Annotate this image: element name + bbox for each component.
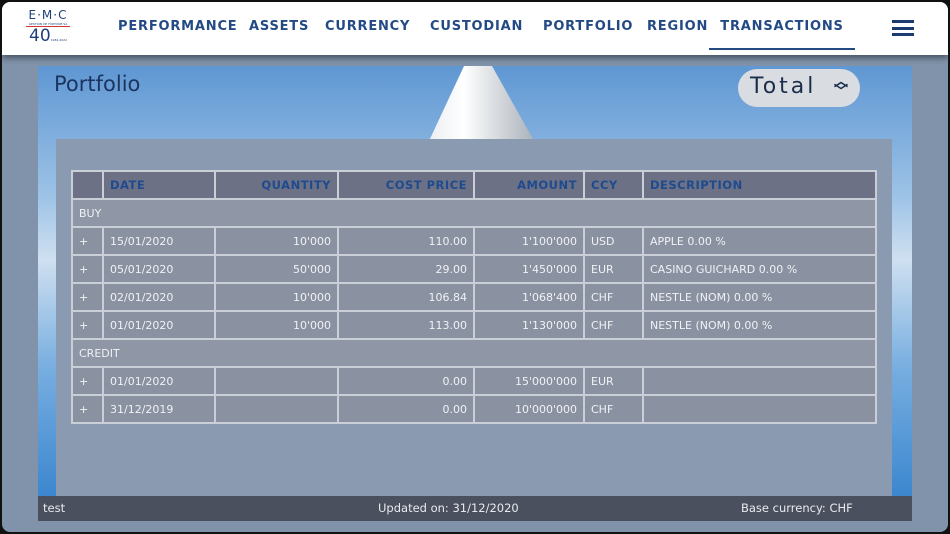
expand-button[interactable]: +: [71, 226, 104, 256]
col-date[interactable]: DATE: [102, 170, 216, 200]
cost-price-cell: 0.00: [337, 394, 475, 424]
nav-performance[interactable]: PERFORMANCE: [118, 19, 237, 34]
col-amount[interactable]: AMOUNT: [473, 170, 585, 200]
quantity-cell: 50'000: [214, 254, 339, 284]
ccy-cell: CHF: [583, 310, 644, 340]
logo-years: 1982-2022: [50, 38, 67, 42]
cost-price-cell: 113.00: [337, 310, 475, 340]
table-row[interactable]: +01/01/2020 10'000 113.00 1'130'000 CHF NESTL…: [71, 310, 877, 340]
expand-button[interactable]: +: [71, 310, 104, 340]
ccy-cell: CHF: [583, 394, 644, 424]
portfolio-select-value: Total: [750, 74, 817, 99]
table-row[interactable]: +02/01/2020 10'000 106.84 1'068'400 CHF NESTL…: [71, 282, 877, 312]
hamburger-menu-icon[interactable]: [892, 20, 914, 36]
group-row: CREDIT: [71, 338, 877, 368]
top-nav: E·M·C GESTION DE FORTUNE SA 401982-2022 …: [2, 2, 948, 55]
footer-user: test: [43, 501, 66, 515]
date-cell: 01/01/2020: [102, 310, 216, 340]
expand-button[interactable]: +: [71, 366, 104, 396]
emc-logo[interactable]: E·M·C GESTION DE FORTUNE SA 401982-2022: [26, 8, 70, 52]
portfolio-select[interactable]: Total ︿ ﹀: [738, 69, 860, 107]
amount-cell: 1'100'000: [473, 226, 585, 256]
col-cost-price[interactable]: COST PRICE: [337, 170, 475, 200]
ccy-cell: EUR: [583, 254, 644, 284]
quantity-cell: 10'000: [214, 310, 339, 340]
description-cell: APPLE 0.00 %: [642, 226, 877, 256]
group-label: BUY: [71, 198, 877, 228]
sailboat-image: [429, 66, 534, 141]
table-row[interactable]: +05/01/2020 50'000 29.00 1'450'000 EUR CASINO…: [71, 254, 877, 284]
quantity-cell: 10'000: [214, 282, 339, 312]
expand-button[interactable]: +: [71, 282, 104, 312]
nav-custodian[interactable]: CUSTODIAN: [430, 19, 523, 34]
description-cell: NESTLE (NOM) 0.00 %: [642, 310, 877, 340]
col-expand: [71, 170, 104, 200]
transactions-table: DATE QUANTITY COST PRICE AMOUNT CCY DESC…: [71, 170, 877, 424]
expand-button[interactable]: +: [71, 254, 104, 284]
nav-portfolio[interactable]: PORTFOLIO: [543, 19, 633, 34]
nav-transactions[interactable]: TRANSACTIONS: [709, 19, 855, 50]
amount-cell: 1'450'000: [473, 254, 585, 284]
table-row[interactable]: +01/01/2020 0.00 15'000'000 EUR: [71, 366, 877, 396]
expand-button[interactable]: +: [71, 394, 104, 424]
group-label: CREDIT: [71, 338, 877, 368]
page-title: Portfolio: [54, 72, 141, 96]
group-row: BUY: [71, 198, 877, 228]
cost-price-cell: 106.84: [337, 282, 475, 312]
chevron-up-down-icon: ︿ ﹀: [834, 74, 848, 100]
date-cell: 31/12/2019: [102, 394, 216, 424]
description-cell: CASINO GUICHARD 0.00 %: [642, 254, 877, 284]
quantity-cell: 10'000: [214, 226, 339, 256]
col-description[interactable]: DESCRIPTION: [642, 170, 877, 200]
ccy-cell: USD: [583, 226, 644, 256]
table-row[interactable]: +15/01/2020 10'000 110.00 1'100'000 USD APPLE…: [71, 226, 877, 256]
app-window: E·M·C GESTION DE FORTUNE SA 401982-2022 …: [2, 2, 948, 532]
table-row[interactable]: +31/12/2019 0.00 10'000'000 CHF: [71, 394, 877, 424]
quantity-cell: [214, 366, 339, 396]
date-cell: 05/01/2020: [102, 254, 216, 284]
description-cell: NESTLE (NOM) 0.00 %: [642, 282, 877, 312]
footer-base-currency: Base currency: CHF: [741, 501, 853, 515]
ccy-cell: EUR: [583, 366, 644, 396]
logo-anniversary: 40: [29, 26, 51, 46]
cost-price-cell: 29.00: [337, 254, 475, 284]
col-quantity[interactable]: QUANTITY: [214, 170, 339, 200]
nav-region[interactable]: REGION: [647, 19, 708, 34]
cost-price-cell: 110.00: [337, 226, 475, 256]
description-cell: [642, 394, 877, 424]
date-cell: 15/01/2020: [102, 226, 216, 256]
description-cell: [642, 366, 877, 396]
date-cell: 01/01/2020: [102, 366, 216, 396]
transactions-panel: DATE QUANTITY COST PRICE AMOUNT CCY DESC…: [56, 139, 892, 496]
nav-currency[interactable]: CURRENCY: [325, 19, 410, 34]
status-bar: test Updated on: 31/12/2020 Base currenc…: [38, 496, 912, 521]
nav-assets[interactable]: ASSETS: [249, 19, 309, 34]
amount-cell: 1'130'000: [473, 310, 585, 340]
cost-price-cell: 0.00: [337, 366, 475, 396]
amount-cell: 10'000'000: [473, 394, 585, 424]
ccy-cell: CHF: [583, 282, 644, 312]
amount-cell: 15'000'000: [473, 366, 585, 396]
amount-cell: 1'068'400: [473, 282, 585, 312]
date-cell: 02/01/2020: [102, 282, 216, 312]
footer-updated: Updated on: 31/12/2020: [378, 501, 519, 515]
table-header: DATE QUANTITY COST PRICE AMOUNT CCY DESC…: [71, 170, 877, 200]
logo-brand: E·M·C: [28, 8, 68, 22]
quantity-cell: [214, 394, 339, 424]
col-ccy[interactable]: CCY: [583, 170, 644, 200]
